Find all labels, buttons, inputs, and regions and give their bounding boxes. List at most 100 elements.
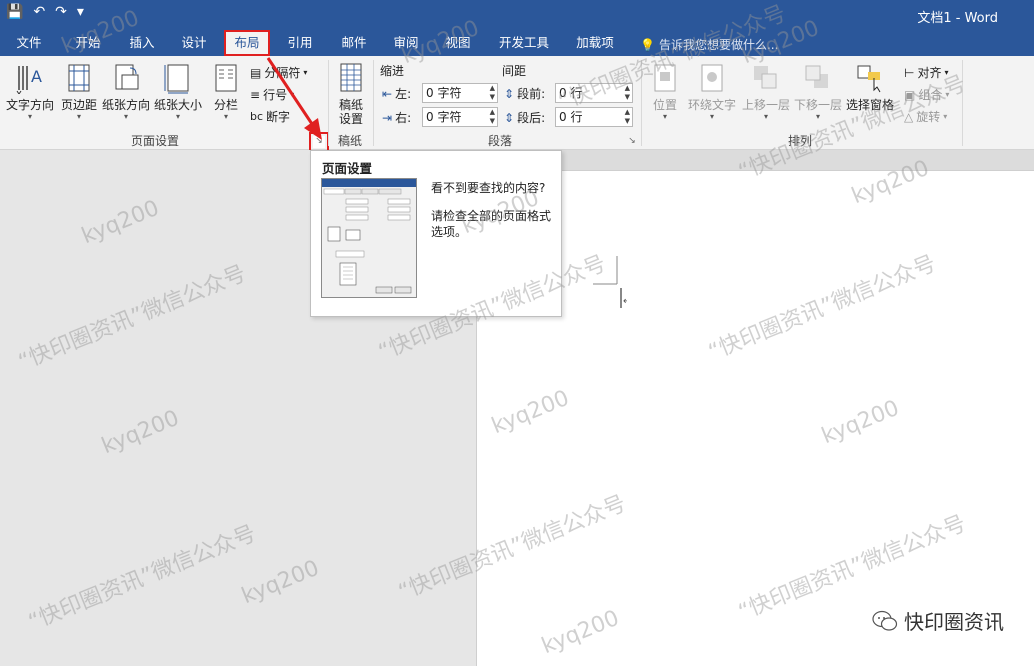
spacing-header: 间距 <box>502 64 527 78</box>
lightbulb-icon: 💡 <box>640 37 655 52</box>
bring-forward-label: 上移一层 <box>741 98 790 112</box>
send-backward-icon <box>805 65 828 88</box>
title-bar: 💾 ↶ ↷ ▾ 文档1 - Word <box>0 0 1034 30</box>
spacing-before-label-wrap: ⇕ 段前: <box>504 85 545 102</box>
brand-text: 快印圈资讯 <box>904 610 1004 634</box>
indent-right-label: 右: <box>395 111 412 125</box>
text-cursor-mark: ↵ <box>593 256 627 308</box>
page-setup-group-label: 页面设置 <box>130 134 179 148</box>
spacing-after-value: 0 行 <box>559 110 583 124</box>
chevron-down-icon: ▾ <box>76 112 81 121</box>
position-icon <box>654 64 676 92</box>
group-icon: ▣ <box>904 87 916 102</box>
tab-insert[interactable]: 插入 <box>120 30 164 56</box>
indent-right-icon: ⇥ <box>382 110 393 125</box>
position-label: 位置 <box>652 98 677 112</box>
tab-addins[interactable]: 加载项 <box>568 30 622 56</box>
group-separator <box>641 60 642 146</box>
chevron-down-icon: ▾ <box>709 112 714 121</box>
align-button[interactable]: ⊢ 对齐 ▾ <box>904 64 948 81</box>
tab-home[interactable]: 开始 <box>66 30 110 56</box>
bring-forward-icon <box>754 66 777 89</box>
text-direction-icon: A <box>16 66 42 94</box>
draft-paper-icon <box>340 63 362 92</box>
chevron-down-icon: ▾ <box>123 112 128 121</box>
tab-view[interactable]: 视图 <box>436 30 480 56</box>
text-direction-button[interactable]: A 文字方向 ▾ <box>4 62 56 122</box>
tab-file[interactable]: 文件 <box>8 30 50 56</box>
wrap-text-button[interactable]: 环绕文字 ▾ <box>684 62 740 122</box>
rotate-icon: △ <box>904 109 914 124</box>
save-icon[interactable]: 💾 <box>6 4 23 20</box>
chevron-down-icon: ▾ <box>944 68 949 77</box>
spacing-before-icon: ⇕ <box>504 86 515 101</box>
orientation-icon <box>115 64 139 90</box>
draft-paper-label-line1: 稿纸 <box>338 98 363 112</box>
tell-me-box[interactable]: 💡 告诉我您想要做什么... <box>640 36 778 53</box>
paragraph-launcher-icon[interactable]: ↘ <box>626 136 638 148</box>
columns-button[interactable]: 分栏 ▾ <box>206 62 246 122</box>
page-setup-tooltip: 页面设置 看不到要查找的内容? 请检查全部的页面格式选项。 <box>310 150 562 317</box>
tooltip-title: 页面设置 <box>322 161 373 176</box>
size-label: 纸张大小 <box>153 98 202 112</box>
group-label: 组合 <box>918 88 943 102</box>
spacing-before-input[interactable]: 0 行 ▲ ▼ <box>555 83 633 103</box>
red-arrow-annotation <box>266 57 322 140</box>
indent-right-input[interactable]: 0 字符 ▲ ▼ <box>422 107 498 127</box>
spacing-after-label-wrap: ⇕ 段后: <box>504 109 545 126</box>
tab-review[interactable]: 审阅 <box>384 30 428 56</box>
chevron-down-icon: ▾ <box>815 112 820 121</box>
paragraph-group-label: 段落 <box>487 134 512 148</box>
position-button[interactable]: 位置 ▾ <box>646 62 684 122</box>
line-numbers-icon: ≡ <box>250 87 261 102</box>
spin-arrows-icon[interactable]: ▲ ▼ <box>490 84 495 102</box>
chevron-down-icon: ▾ <box>945 90 950 99</box>
send-backward-label: 下移一层 <box>793 98 842 112</box>
indent-left-input[interactable]: 0 字符 ▲ ▼ <box>422 83 498 103</box>
send-backward-button[interactable]: 下移一层 ▾ <box>792 62 844 122</box>
arrange-group-label: 排列 <box>787 134 812 148</box>
tooltip-line2: 请检查全部的页面格式选项。 <box>431 209 552 239</box>
indent-right-value: 0 字符 <box>426 110 462 124</box>
group-separator <box>373 60 374 146</box>
rotate-button[interactable]: △ 旋转 ▾ <box>904 108 947 125</box>
chevron-down-icon: ▾ <box>223 112 228 121</box>
spin-arrows-icon[interactable]: ▲ ▼ <box>625 108 630 126</box>
spacing-after-icon: ⇕ <box>504 110 515 125</box>
orientation-button[interactable]: 纸张方向 ▾ <box>100 62 152 122</box>
tooltip-line1: 看不到要查找的内容? <box>431 181 546 195</box>
indent-left-label-wrap: ⇤ 左: <box>382 85 411 102</box>
align-icon: ⊢ <box>904 65 915 80</box>
wechat-icon <box>872 610 898 631</box>
size-button[interactable]: 纸张大小 ▾ <box>152 62 204 122</box>
columns-label: 分栏 <box>213 98 238 112</box>
spacing-after-input[interactable]: 0 行 ▲ ▼ <box>555 107 633 127</box>
margins-button[interactable]: 页边距 ▾ <box>58 62 100 122</box>
bring-forward-button[interactable]: 上移一层 ▾ <box>740 62 792 122</box>
svg-text:A: A <box>31 67 42 86</box>
customize-qat-icon[interactable]: ▾ <box>77 4 84 20</box>
tab-design[interactable]: 设计 <box>172 30 216 56</box>
text-direction-label: 文字方向 <box>5 98 54 112</box>
wrap-text-label: 环绕文字 <box>687 98 736 112</box>
redo-icon[interactable]: ↷ <box>55 4 67 20</box>
spin-arrows-icon[interactable]: ▲ ▼ <box>625 84 630 102</box>
draft-paper-label-line2: 设置 <box>338 112 363 126</box>
spin-arrows-icon[interactable]: ▲ ▼ <box>490 108 495 126</box>
undo-icon[interactable]: ↶ <box>33 4 45 20</box>
selection-pane-button[interactable]: 选择窗格 <box>844 62 896 112</box>
rotate-label: 旋转 <box>916 110 941 124</box>
indent-left-value: 0 字符 <box>426 86 462 100</box>
spacing-before-value: 0 行 <box>559 86 583 100</box>
group-button[interactable]: ▣ 组合 ▾ <box>904 86 949 103</box>
align-label: 对齐 <box>917 66 942 80</box>
wrap-text-icon <box>701 64 723 92</box>
margins-label: 页边距 <box>60 98 97 112</box>
chevron-down-icon: ▾ <box>662 112 667 121</box>
tab-developer[interactable]: 开发工具 <box>490 30 558 56</box>
page-setup-dialog-thumbnail <box>321 178 417 298</box>
chevron-down-icon: ▾ <box>27 112 32 121</box>
group-separator <box>962 60 963 146</box>
chevron-down-icon: ▾ <box>943 112 948 121</box>
paper-size-icon <box>164 64 189 94</box>
